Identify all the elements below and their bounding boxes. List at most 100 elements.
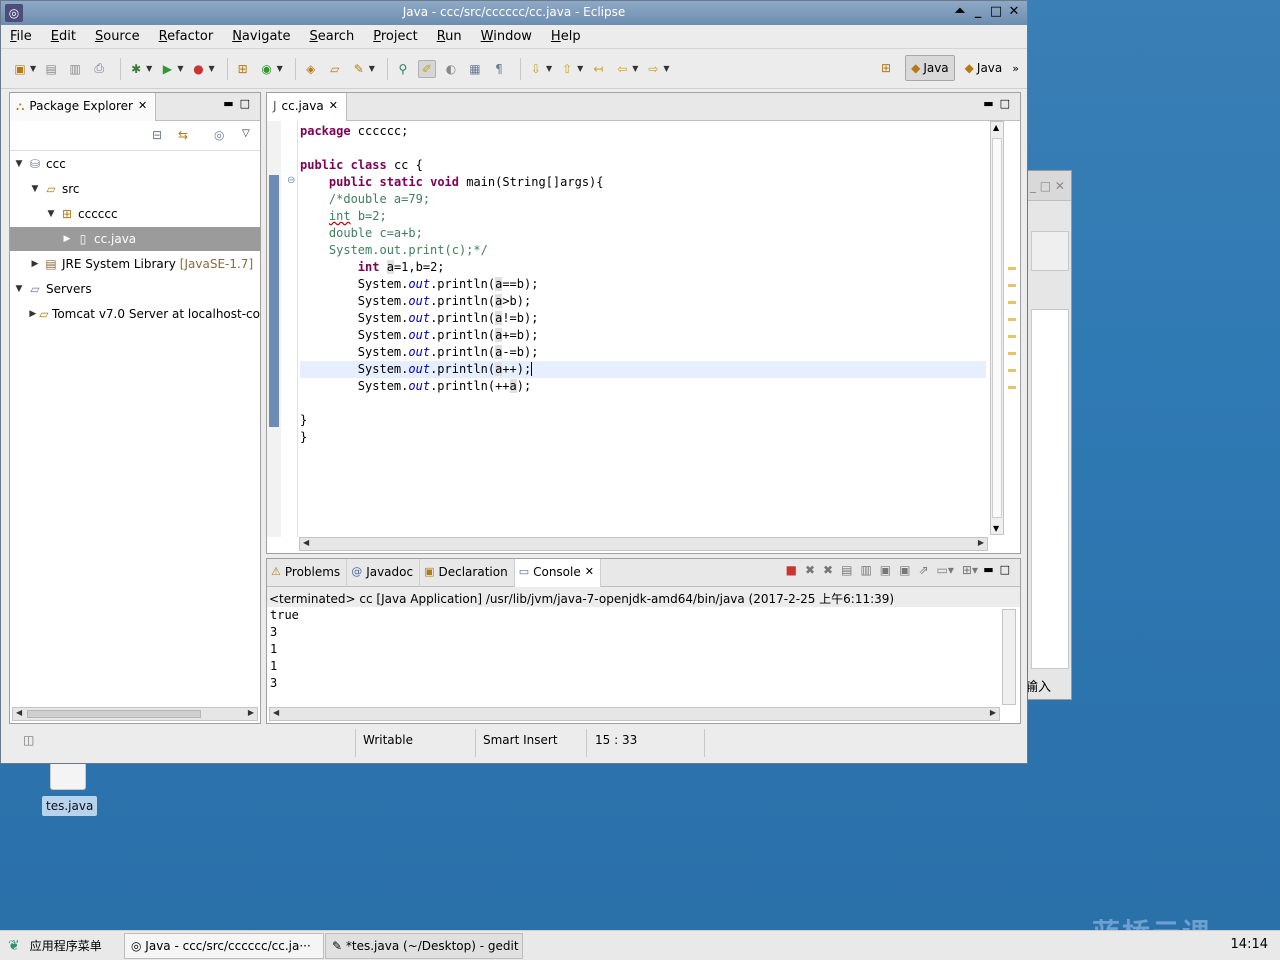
menu-source[interactable]: Source (92, 29, 143, 44)
scroll-down-icon[interactable]: ▼ (993, 524, 999, 533)
scroll-right-icon[interactable]: ▶ (990, 708, 996, 717)
view-minimize-maximize[interactable]: ▬□ (223, 97, 256, 110)
shade-button[interactable]: ⏶ (953, 3, 967, 21)
new-java-class-icon[interactable]: ◉ (258, 60, 276, 78)
terminate-icon[interactable]: ■ (786, 563, 797, 577)
perspective-java-active[interactable]: ◆ Java (905, 55, 955, 81)
toggle-mark-occurrences-icon[interactable]: ⚲ (394, 60, 412, 78)
forward-icon[interactable]: ⇨ (644, 60, 662, 78)
console-output[interactable]: true 3 1 1 3 (270, 607, 299, 692)
occurrence-marker[interactable] (1008, 267, 1016, 270)
tree-item-java-file[interactable]: ▶ ▯ cc.java (10, 227, 260, 251)
occurrence-marker[interactable] (1008, 386, 1016, 389)
next-annotation-dropdown-icon[interactable]: ▼ (546, 64, 552, 73)
menu-window[interactable]: Window (478, 29, 535, 44)
expanded-icon[interactable]: ▼ (44, 209, 58, 219)
search-dropdown-icon[interactable]: ▼ (369, 64, 375, 73)
tab-cc-java[interactable]: J cc.java ✕ (267, 93, 347, 121)
save-icon[interactable]: ▤ (42, 60, 60, 78)
maximize-button[interactable]: □ (989, 3, 1003, 21)
taskbar-item-gedit[interactable]: ✎ *tes.java (~/Desktop) - gedit (325, 933, 523, 959)
occurrence-marker[interactable] (1008, 318, 1016, 321)
new-java-package-icon[interactable]: ⊞ (234, 60, 252, 78)
pin-console-icon[interactable]: ⇗ (918, 563, 928, 577)
console-vscrollbar[interactable] (1002, 609, 1016, 705)
close-tab-icon[interactable]: ✕ (585, 565, 594, 587)
background-window[interactable]: _ □ ✕ 输入 (1022, 170, 1072, 700)
show-whitespace-icon[interactable]: ▦ (466, 60, 484, 78)
scroll-right-icon[interactable]: ▶ (248, 708, 254, 717)
tree-item-jre-library[interactable]: ▶ ▤ JRE System Library [JavaSE-1.7] (10, 252, 260, 276)
remove-all-terminated-icon[interactable]: ✖ (823, 563, 833, 577)
run-dropdown-icon[interactable]: ▼ (177, 64, 183, 73)
scroll-lock-icon[interactable]: ▥ (860, 563, 871, 577)
open-type-icon[interactable]: ◈ (302, 60, 320, 78)
menu-help[interactable]: Help (548, 29, 584, 44)
paragraph-icon[interactable]: ¶ (490, 60, 508, 78)
occurrence-marker[interactable] (1008, 352, 1016, 355)
desktop-file-icon[interactable]: tes.java (42, 760, 98, 816)
open-console-icon[interactable]: ⊞▾ (962, 563, 978, 577)
applications-menu[interactable]: ❦ 应用程序菜单 (8, 937, 102, 954)
scroll-right-icon[interactable]: ▶ (978, 538, 984, 547)
occurrence-marker[interactable] (1008, 369, 1016, 372)
collapse-all-icon[interactable]: ⊟ (152, 128, 162, 142)
tab-javadoc[interactable]: @ Javadoc (347, 559, 421, 587)
fold-collapse-icon[interactable]: ⊖ (287, 175, 295, 186)
new-icon[interactable]: ▣ (11, 60, 29, 78)
taskbar-item-eclipse[interactable]: ◎ Java - ccc/src/cccccc/cc.ja··· (124, 933, 324, 959)
scroll-up-icon[interactable]: ▲ (993, 123, 999, 132)
tab-console[interactable]: ▭ Console ✕ (514, 559, 601, 587)
new-dropdown-icon[interactable]: ▼ (30, 64, 36, 73)
clear-console-icon[interactable]: ▤ (841, 563, 852, 577)
scroll-left-icon[interactable]: ◀ (273, 708, 279, 717)
tree-item-servers[interactable]: ▼ ▱ Servers (10, 277, 260, 301)
close-tab-icon[interactable]: ✕ (138, 99, 147, 121)
perspective-java[interactable]: ◆ Java (959, 55, 1009, 81)
expanded-icon[interactable]: ▼ (12, 159, 26, 169)
tab-declaration[interactable]: ▣ Declaration (420, 559, 515, 587)
tree-item-package[interactable]: ▼ ⊞ cccccc (10, 202, 260, 226)
previous-annotation-icon[interactable]: ⇧ (558, 60, 576, 78)
background-window-controls[interactable]: _ □ ✕ (1023, 171, 1071, 201)
debug-icon[interactable]: ✱ (127, 60, 145, 78)
overview-ruler[interactable] (1006, 121, 1018, 535)
display-console-icon[interactable]: ▭▾ (937, 563, 954, 577)
editor-vscrollbar[interactable]: ▲ ▼ (990, 121, 1004, 535)
menu-search[interactable]: Search (307, 29, 358, 44)
menu-file[interactable]: File (7, 29, 35, 44)
collapsed-icon[interactable]: ▶ (28, 259, 42, 269)
save-all-icon[interactable]: ▥ (66, 60, 84, 78)
forward-dropdown-icon[interactable]: ▼ (663, 64, 669, 73)
previous-annotation-dropdown-icon[interactable]: ▼ (577, 64, 583, 73)
toggle-breadcrumb-icon[interactable]: ◐ (442, 60, 460, 78)
tree-item-tomcat[interactable]: ▶ ▱ Tomcat v7.0 Server at localhost-co (10, 302, 260, 326)
scroll-left-icon[interactable]: ◀ (16, 708, 22, 717)
minimize-button[interactable]: _ (971, 3, 985, 21)
external-tools-icon[interactable]: ● (189, 60, 207, 78)
menu-navigate[interactable]: Navigate (229, 29, 293, 44)
close-tab-icon[interactable]: ✕ (329, 99, 338, 121)
external-tools-dropdown-icon[interactable]: ▼ (208, 64, 214, 73)
last-edit-location-icon[interactable]: ↤ (589, 60, 607, 78)
package-explorer-hscrollbar[interactable]: ◀ ▶ (12, 707, 258, 721)
remove-launch-icon[interactable]: ✖ (805, 563, 815, 577)
open-folder-icon[interactable]: ▱ (326, 60, 344, 78)
tab-problems[interactable]: ⚠ Problems (267, 559, 348, 587)
tab-package-explorer[interactable]: ⛬ Package Explorer ✕ (10, 93, 157, 121)
menu-edit[interactable]: Edit (48, 29, 79, 44)
run-icon[interactable]: ▶ (158, 60, 176, 78)
occurrence-marker[interactable] (1008, 301, 1016, 304)
back-dropdown-icon[interactable]: ▼ (632, 64, 638, 73)
scroll-thumb[interactable] (992, 138, 1002, 518)
expanded-icon[interactable]: ▼ (28, 184, 42, 194)
show-on-stderr-icon[interactable]: ▣ (899, 563, 910, 577)
menu-project[interactable]: Project (370, 29, 421, 44)
title-bar[interactable]: ◎ Java - ccc/src/cccccc/cc.java - Eclips… (1, 1, 1027, 25)
collapsed-icon[interactable]: ▶ (28, 309, 38, 319)
expanded-icon[interactable]: ▼ (12, 284, 26, 294)
scroll-left-icon[interactable]: ◀ (303, 538, 309, 547)
show-on-stdout-icon[interactable]: ▣ (880, 563, 891, 577)
occurrence-marker[interactable] (1008, 284, 1016, 287)
open-perspective-icon[interactable]: ⊞ (877, 59, 895, 77)
